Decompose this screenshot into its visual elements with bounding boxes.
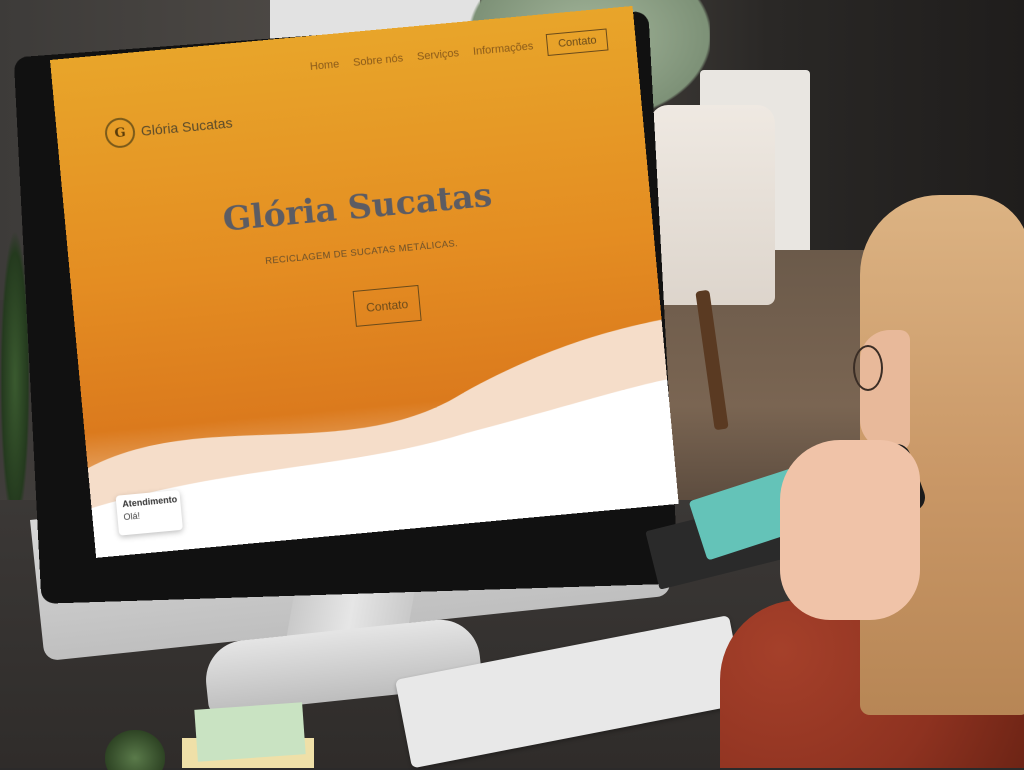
logo-emblem-icon: G (103, 116, 137, 150)
nav-sobre[interactable]: Sobre nós (353, 52, 404, 69)
desk-plant (105, 730, 165, 770)
chat-widget[interactable]: Atendimento Olá! (115, 489, 183, 536)
imac-screen: Home Sobre nós Serviços Informações Cont… (50, 5, 679, 558)
site-logo[interactable]: G Glória Sucatas (103, 107, 234, 150)
nav-informacoes[interactable]: Informações (472, 40, 533, 58)
person-glasses (853, 345, 883, 391)
person-hand (780, 440, 920, 620)
chat-title: Atendimento (121, 494, 178, 510)
logo-text: Glória Sucatas (140, 114, 234, 139)
sticky-notes-green (194, 702, 306, 762)
chat-message: Olá! (123, 510, 141, 523)
hero-contact-button[interactable]: Contato (352, 284, 422, 327)
nav-links: Home Sobre nós Serviços Informações Cont… (309, 28, 609, 78)
nav-home[interactable]: Home (309, 58, 339, 73)
nav-contact-button[interactable]: Contato (546, 28, 609, 56)
office-chair (650, 105, 775, 305)
nav-servicos[interactable]: Serviços (416, 47, 459, 63)
